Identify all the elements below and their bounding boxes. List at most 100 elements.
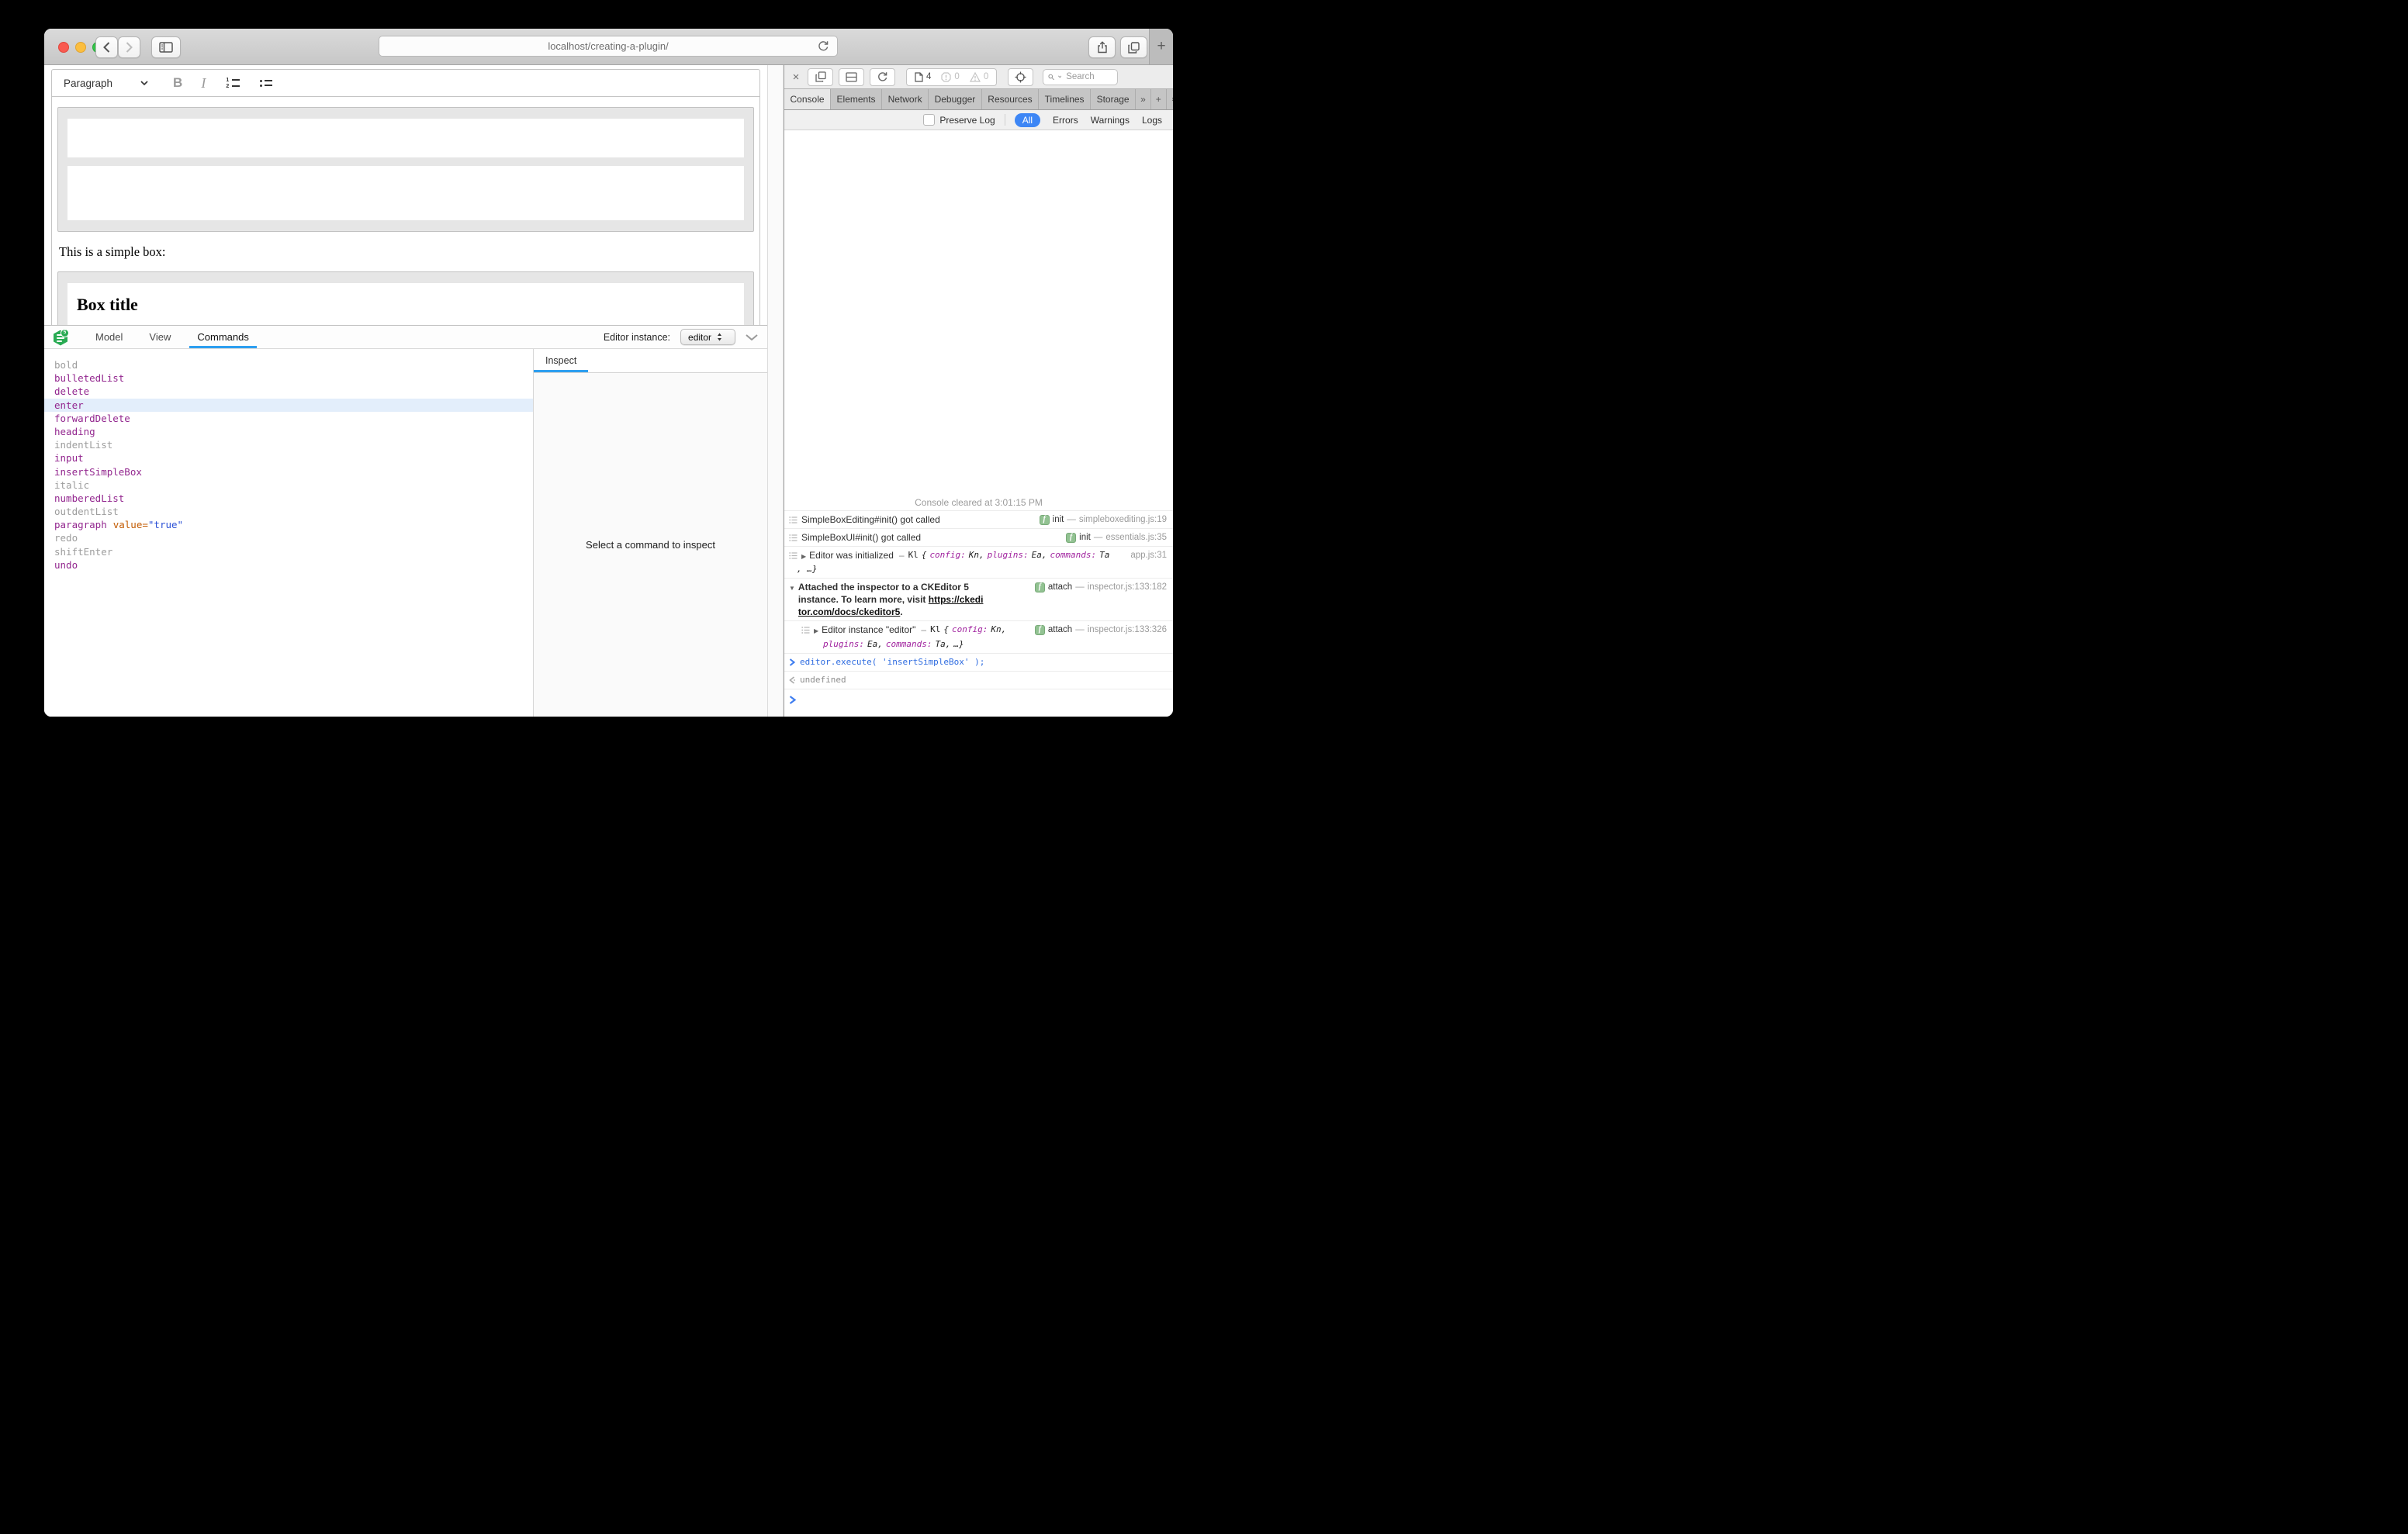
editor-instance-select[interactable]: editor bbox=[680, 329, 735, 345]
tab-commands[interactable]: Commands bbox=[189, 326, 256, 348]
minimize-window-button[interactable] bbox=[75, 42, 86, 53]
tab-inspect[interactable]: Inspect bbox=[534, 349, 588, 372]
simple-box-widget-titled[interactable]: Box title bbox=[57, 271, 754, 325]
tab-model[interactable]: Model bbox=[88, 326, 130, 348]
browser-titlebar: + bbox=[44, 29, 1173, 65]
new-tab-button[interactable]: + bbox=[1149, 29, 1173, 64]
add-tab-icon[interactable]: + bbox=[1151, 89, 1167, 109]
inspector-search-field[interactable] bbox=[1043, 69, 1118, 85]
sidebar-toggle-button[interactable] bbox=[151, 36, 181, 58]
heading-dropdown[interactable]: Paragraph bbox=[64, 78, 112, 89]
back-button[interactable] bbox=[95, 36, 118, 58]
command-item-enter[interactable]: enter bbox=[44, 399, 533, 412]
command-item-outdentList[interactable]: outdentList bbox=[44, 505, 533, 518]
command-item-insertSimpleBox[interactable]: insertSimpleBox bbox=[44, 465, 533, 479]
command-item-undo[interactable]: undo bbox=[44, 558, 533, 572]
editor-instance-label: Editor instance: bbox=[604, 332, 670, 343]
filter-warnings[interactable]: Warnings bbox=[1091, 115, 1130, 126]
tab-resources[interactable]: Resources bbox=[982, 89, 1039, 109]
disclosure-closed-icon[interactable]: ▶ bbox=[801, 551, 806, 563]
filter-logs[interactable]: Logs bbox=[1142, 115, 1162, 126]
share-button[interactable] bbox=[1088, 36, 1116, 58]
element-picker-button[interactable] bbox=[1008, 68, 1033, 86]
log-icon bbox=[789, 551, 797, 560]
command-item-delete[interactable]: delete bbox=[44, 385, 533, 398]
prompt-chevron-icon bbox=[789, 696, 796, 704]
forward-button[interactable] bbox=[118, 36, 140, 58]
bold-button[interactable]: B bbox=[173, 75, 182, 91]
console-log-entry[interactable]: ▶ Editor was initialized – Kl {config:Kn… bbox=[784, 547, 1173, 579]
search-input[interactable] bbox=[1064, 71, 1112, 82]
command-item-heading[interactable]: heading bbox=[44, 425, 533, 438]
dock-inspector-button[interactable] bbox=[839, 68, 864, 86]
preserve-log-checkbox[interactable] bbox=[923, 114, 935, 126]
reload-icon[interactable] bbox=[818, 40, 829, 52]
console-input-echo[interactable]: editor.execute( 'insertSimpleBox' ); bbox=[784, 654, 1173, 672]
tab-timelines[interactable]: Timelines bbox=[1039, 89, 1091, 109]
resource-issue-counters[interactable]: 4 0 0 bbox=[906, 68, 997, 86]
console-prompt[interactable] bbox=[784, 689, 1173, 707]
close-inspector-icon[interactable]: × bbox=[790, 71, 802, 84]
command-item-italic[interactable]: italic bbox=[44, 479, 533, 492]
tab-console[interactable]: Console bbox=[784, 89, 831, 109]
console-log-entry[interactable]: ▼ Attached the inspector to a CKEditor 5… bbox=[784, 579, 1173, 621]
command-item-bulletedList[interactable]: bulletedList bbox=[44, 371, 533, 385]
log-icon bbox=[801, 626, 810, 634]
simple-box-widget-empty[interactable] bbox=[57, 107, 754, 232]
bulleted-list-button[interactable] bbox=[260, 80, 272, 87]
command-item-paragraph[interactable]: paragraphvalue="true" bbox=[44, 518, 533, 531]
italic-button[interactable]: I bbox=[201, 75, 206, 92]
tab-storage[interactable]: Storage bbox=[1091, 89, 1136, 109]
console-filter-bar: Preserve Log All Errors Warnings Logs bbox=[784, 110, 1173, 130]
disclosure-closed-icon[interactable]: ▶ bbox=[814, 625, 818, 637]
command-item-indentList[interactable]: indentList bbox=[44, 438, 533, 451]
source-location[interactable]: app.js:31 bbox=[1130, 549, 1167, 561]
filter-errors[interactable]: Errors bbox=[1053, 115, 1078, 126]
command-item-input[interactable]: input bbox=[44, 451, 533, 465]
source-location[interactable]: inspector.js:133:326 bbox=[1088, 624, 1167, 636]
tab-overflow-icon[interactable]: » bbox=[1136, 89, 1151, 109]
page-scrollbar[interactable] bbox=[767, 65, 784, 717]
tab-elements[interactable]: Elements bbox=[831, 89, 882, 109]
collapse-panel-icon[interactable] bbox=[746, 334, 758, 340]
function-badge: f bbox=[1035, 582, 1045, 593]
search-icon bbox=[1048, 73, 1054, 81]
console-result[interactable]: undefined bbox=[784, 672, 1173, 689]
simple-box-description-field[interactable] bbox=[67, 166, 744, 220]
filter-all[interactable]: All bbox=[1015, 113, 1040, 127]
close-window-button[interactable] bbox=[58, 42, 69, 53]
simple-box-title-field[interactable]: Box title bbox=[67, 283, 744, 325]
function-badge: f bbox=[1066, 533, 1076, 543]
command-item-shiftEnter[interactable]: shiftEnter bbox=[44, 545, 533, 558]
source-location[interactable]: simpleboxediting.js:19 bbox=[1079, 513, 1167, 526]
command-item-redo[interactable]: redo bbox=[44, 531, 533, 544]
command-item-bold[interactable]: bold bbox=[44, 358, 533, 371]
browser-window: + Paragraph B I 1 2 bbox=[44, 29, 1173, 717]
simple-box-title-field[interactable] bbox=[67, 119, 744, 157]
settings-gear-icon[interactable]: ⚙ bbox=[1167, 89, 1173, 109]
sidebar-icon bbox=[159, 42, 173, 53]
source-location[interactable]: inspector.js:133:182 bbox=[1088, 581, 1167, 593]
chevron-down-icon[interactable] bbox=[140, 81, 148, 85]
dock-bottom-icon bbox=[846, 72, 857, 82]
result-arrow-icon bbox=[789, 676, 795, 684]
command-item-numberedList[interactable]: numberedList bbox=[44, 492, 533, 505]
tab-view[interactable]: View bbox=[141, 326, 178, 348]
detach-inspector-button[interactable] bbox=[808, 68, 833, 86]
source-location[interactable]: essentials.js:35 bbox=[1105, 531, 1167, 544]
box-title-text[interactable]: Box title bbox=[77, 295, 138, 314]
tab-overview-button[interactable] bbox=[1120, 36, 1147, 58]
address-bar[interactable] bbox=[379, 36, 838, 57]
numbered-list-button[interactable]: 1 2 bbox=[226, 78, 240, 88]
paragraph-text[interactable]: This is a simple box: bbox=[59, 244, 752, 260]
console-log-entry-nested[interactable]: ▶ Editor instance "editor" – Kl {config:… bbox=[784, 621, 1173, 654]
reload-page-button[interactable] bbox=[870, 68, 895, 86]
console-log-entry[interactable]: SimpleBoxUI#init() got called finit—esse… bbox=[784, 529, 1173, 547]
disclosure-open-icon[interactable]: ▼ bbox=[789, 582, 795, 595]
tab-network[interactable]: Network bbox=[882, 89, 929, 109]
reload-icon bbox=[877, 71, 887, 82]
command-item-forwardDelete[interactable]: forwardDelete bbox=[44, 412, 533, 425]
console-log-entry[interactable]: SimpleBoxEditing#init() got called finit… bbox=[784, 511, 1173, 529]
editor-content-area[interactable]: This is a simple box: Box title bbox=[51, 97, 760, 325]
tab-debugger[interactable]: Debugger bbox=[929, 89, 982, 109]
